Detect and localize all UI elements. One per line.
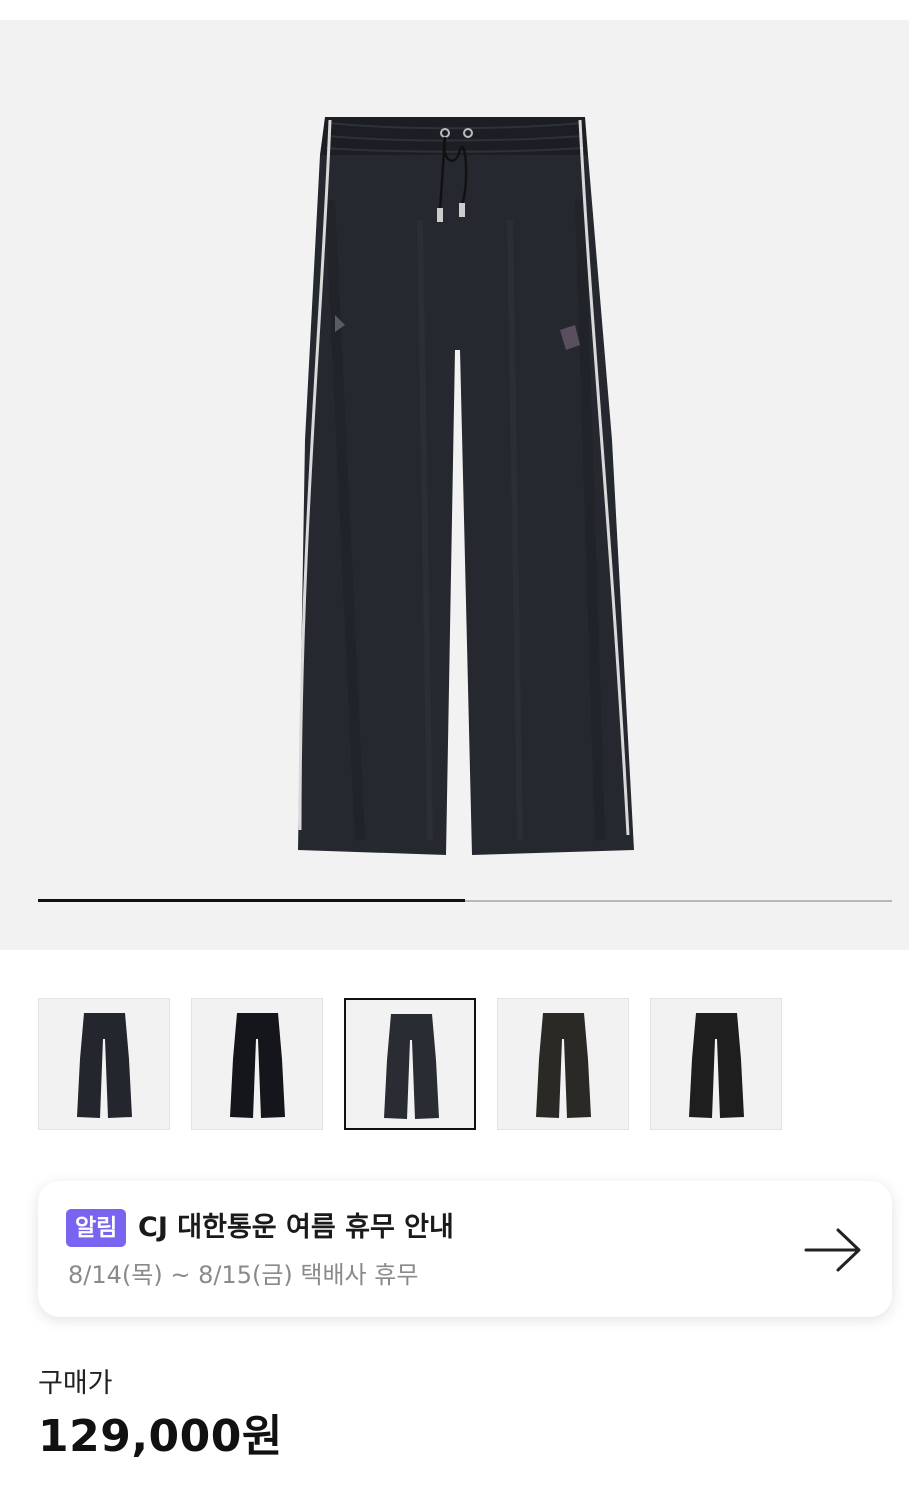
thumbnail-image [689, 1013, 744, 1118]
gallery-progress-fill [38, 899, 465, 902]
product-image-gallery[interactable] [0, 20, 909, 950]
thumbnail-4[interactable] [497, 998, 629, 1130]
arrow-right-icon[interactable] [803, 1225, 863, 1275]
thumbnail-2[interactable] [191, 998, 323, 1130]
price-value: 129,000원 [38, 1411, 283, 1462]
notice-banner[interactable]: 알림 CJ 대한통운 여름 휴무 안내 8/14(목) ~ 8/15(금) 택배… [38, 1181, 892, 1317]
thumbnail-image [384, 1014, 439, 1119]
notice-subtitle: 8/14(목) ~ 8/15(금) 택배사 휴무 [68, 1261, 419, 1289]
thumbnail-1[interactable] [38, 998, 170, 1130]
thumbnail-5[interactable] [650, 998, 782, 1130]
thumbnail-image [536, 1013, 591, 1118]
product-image [298, 117, 634, 855]
gallery-progress-bar [38, 899, 892, 902]
thumbnail-3[interactable] [344, 998, 476, 1130]
notice-badge: 알림 [66, 1209, 127, 1247]
thumbnail-image [77, 1013, 132, 1118]
notice-title: CJ 대한통운 여름 휴무 안내 [138, 1212, 454, 1243]
thumbnail-image [230, 1013, 285, 1118]
price-label: 구매가 [38, 1368, 113, 1399]
